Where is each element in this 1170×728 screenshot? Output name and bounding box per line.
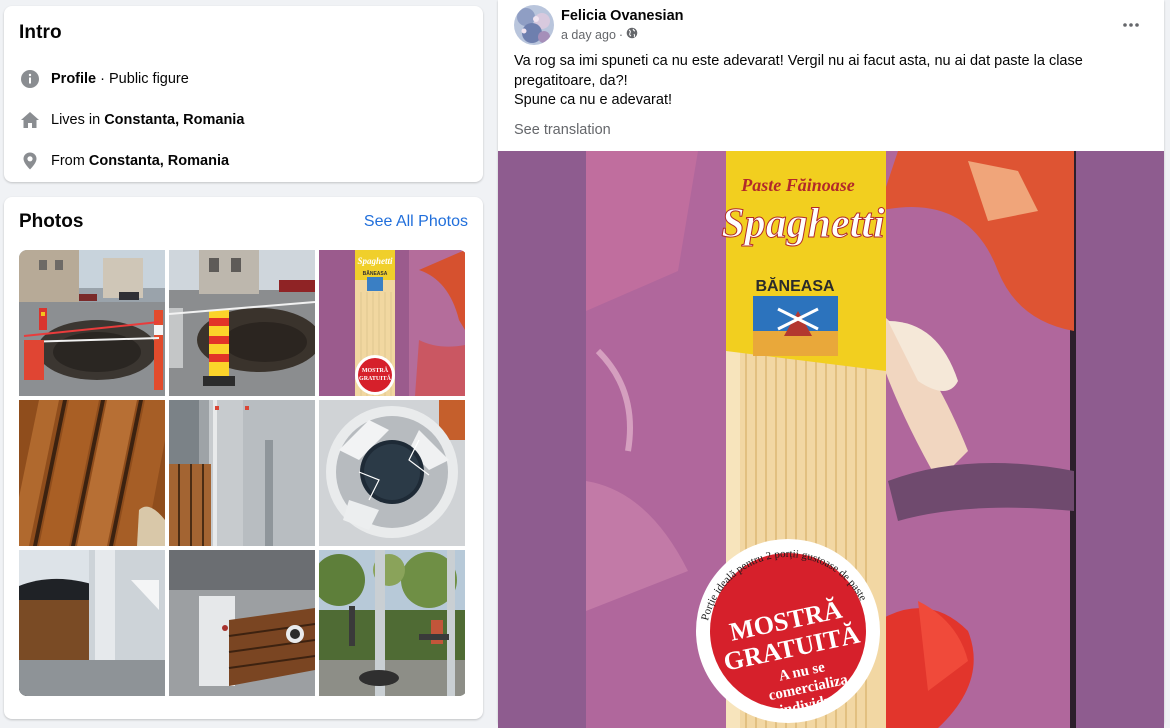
post-card: Felicia Ovanesian a day ago · Va rog sa … <box>498 0 1164 728</box>
thumb-sticker-text-1: MOSTRĂ <box>362 366 389 374</box>
photo-thumbnail-wooden-planks[interactable] <box>19 400 165 546</box>
profile-type: Public figure <box>109 70 189 87</box>
profile-separator: · <box>96 70 110 87</box>
post-text-line: Va rog sa imi spuneti ca nu este adevara… <box>514 53 1083 69</box>
photo-thumbnail-shelter-corner[interactable] <box>19 550 165 696</box>
package-product-name: Spaghetti <box>721 201 885 247</box>
post-photo[interactable]: Paste Făinoase Spaghetti BĂNEASA Porție … <box>498 151 1164 728</box>
intro-lives-row: Lives in Constanta, Romania <box>19 99 468 140</box>
post-text-line: pregatitoare, da?! <box>514 72 628 89</box>
photo-thumbnail-metal-bench[interactable] <box>169 400 315 546</box>
meta-separator: · <box>618 27 624 42</box>
profile-label: Profile <box>51 70 97 87</box>
photo-grid: Spaghetti BĂNEASA MOSTRĂ GRATUITĂ <box>19 250 467 696</box>
intro-card: Intro Profile · Public figure Lives in C… <box>4 6 483 182</box>
thumb-product-text: Spaghetti <box>357 256 393 266</box>
photo-thumbnail-pasta-package[interactable]: Spaghetti BĂNEASA MOSTRĂ GRATUITĂ <box>319 250 465 396</box>
package-brand-top: Paste Făinoase <box>740 175 855 195</box>
post-timestamp-link[interactable]: a day ago <box>561 28 616 42</box>
photo-thumbnail-road-barrier[interactable] <box>169 250 315 396</box>
author-avatar[interactable] <box>514 5 554 45</box>
thumb-sticker-text-2: GRATUITĂ <box>359 374 392 382</box>
intro-profile-row: Profile · Public figure <box>19 58 468 99</box>
post-text: Va rog sa imi spuneti ca nu este adevara… <box>514 52 1134 111</box>
intro-title: Intro <box>19 22 62 43</box>
info-icon <box>19 68 41 90</box>
photo-thumbnail-park-bus-stop[interactable] <box>319 550 465 696</box>
photos-title: Photos <box>19 211 84 232</box>
post-text-line: Spune ca nu e adevarat! <box>514 92 673 108</box>
from-prefix: From <box>51 152 89 169</box>
intro-from-row: From Constanta, Romania <box>19 140 468 181</box>
author-name-link[interactable]: Felicia Ovanesian <box>561 8 684 24</box>
globe-icon[interactable] <box>626 27 638 42</box>
post-meta: a day ago · <box>561 27 684 42</box>
see-all-photos-link[interactable]: See All Photos <box>364 213 468 231</box>
lives-place-link[interactable]: Constanta, Romania <box>104 112 244 128</box>
from-place-link[interactable]: Constanta, Romania <box>89 153 229 169</box>
thumb-maker-text: BĂNEASA <box>363 270 388 277</box>
location-pin-icon <box>19 150 41 172</box>
more-options-icon[interactable] <box>1122 12 1140 33</box>
post-header: Felicia Ovanesian a day ago · <box>514 5 684 45</box>
photo-thumbnail-street-excavation[interactable] <box>19 250 165 396</box>
photos-card: Photos See All Photos Spaghetti BĂNEASA … <box>4 197 483 719</box>
home-icon <box>19 109 41 131</box>
photo-thumbnail-bench-seat[interactable] <box>169 550 315 696</box>
package-maker: BĂNEASA <box>755 276 835 295</box>
photo-thumbnail-broken-glass[interactable] <box>319 400 465 546</box>
lives-prefix: Lives in <box>51 111 105 128</box>
see-translation-link[interactable]: See translation <box>514 122 611 138</box>
